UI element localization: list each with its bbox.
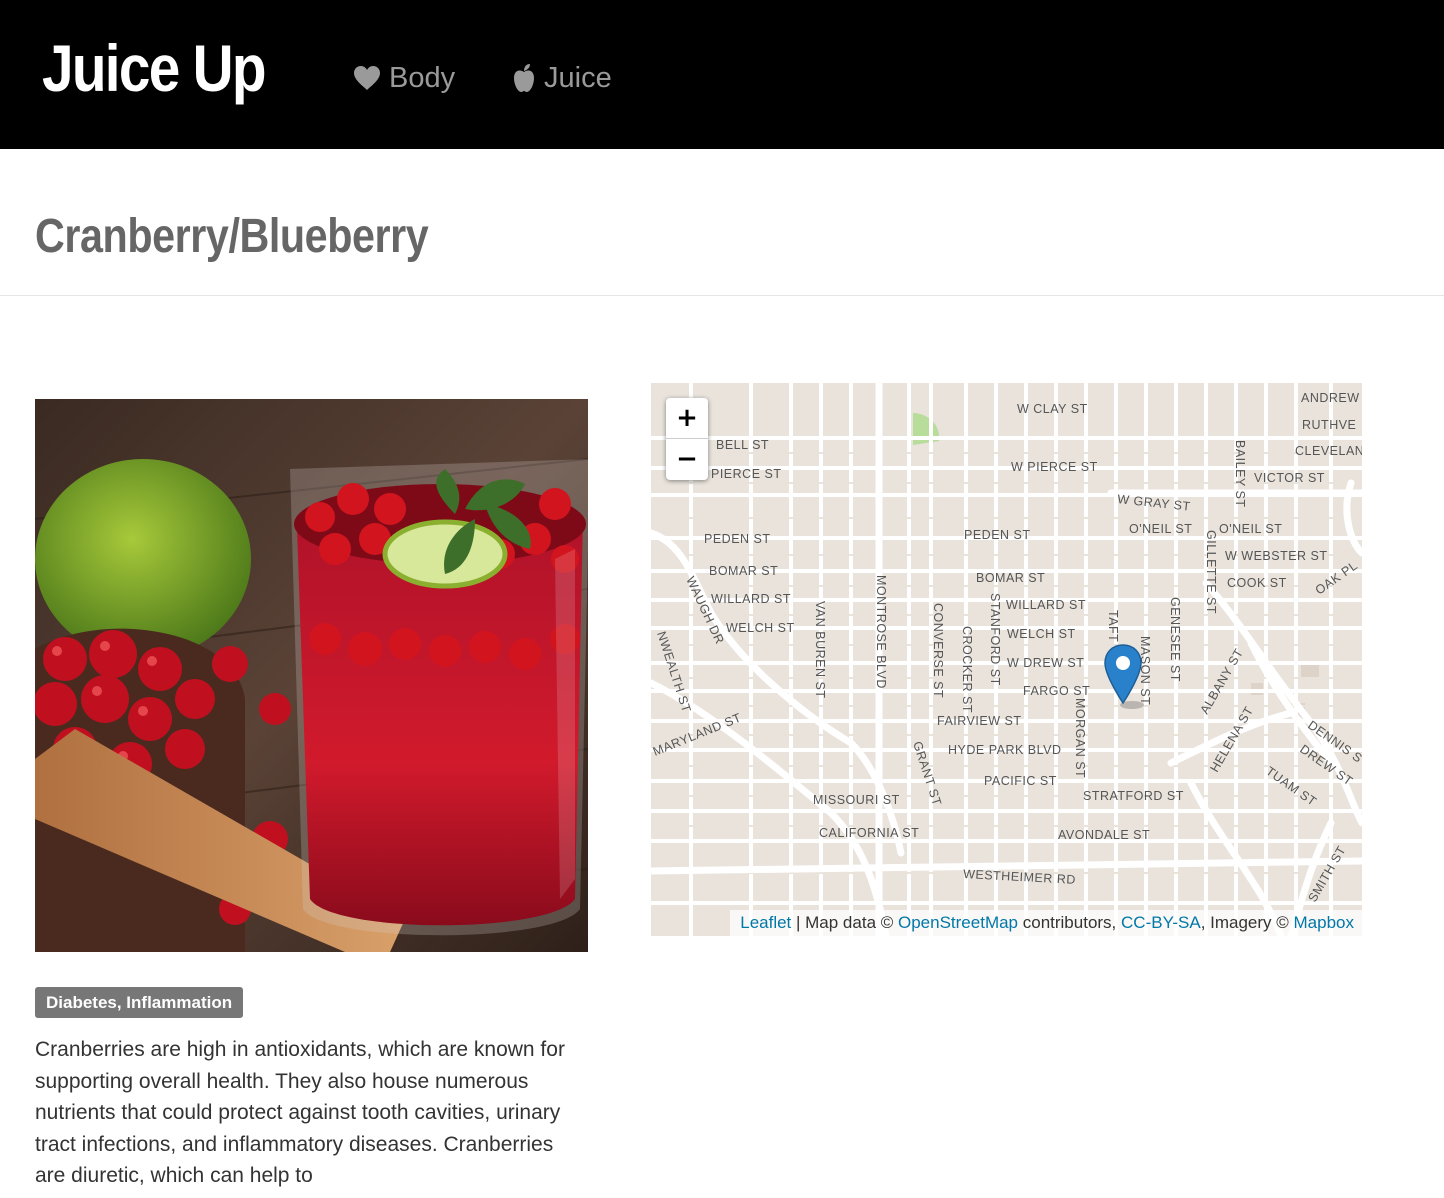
street-label: W PIERCE ST <box>1011 460 1098 474</box>
street-label: GENESEE ST <box>1168 597 1182 682</box>
street-label: O'NEIL ST <box>1219 522 1282 536</box>
street-label: PEDEN ST <box>964 528 1031 542</box>
heart-icon <box>354 66 380 90</box>
zoom-control: + − <box>666 398 708 480</box>
street-label: W CLAY ST <box>1017 402 1088 416</box>
map-marker-icon[interactable] <box>1102 643 1144 711</box>
street-label: W DREW ST <box>1007 656 1084 670</box>
street-label: BOMAR ST <box>976 571 1045 585</box>
street-label: W WEBSTER ST <box>1225 549 1328 563</box>
street-label: MONTROSE BLVD <box>874 575 888 689</box>
street-label: WELCH ST <box>1007 627 1076 641</box>
health-tag: Diabetes, Inflammation <box>35 987 244 1018</box>
street-label: VAN BUREN ST <box>813 601 827 698</box>
page-title: Cranberry/Blueberry <box>35 210 429 263</box>
attribution-text: | Map data © <box>791 913 898 932</box>
zoom-out-button[interactable]: − <box>666 439 708 479</box>
attribution-text: contributors, <box>1018 913 1122 932</box>
street-label: MISSOURI ST <box>813 793 900 807</box>
street-label: FAIRVIEW ST <box>937 714 1021 728</box>
leaflet-link[interactable]: Leaflet <box>740 913 791 932</box>
nav-item-juice[interactable]: Juice <box>512 58 612 98</box>
street-label: PIERCE ST <box>711 467 782 481</box>
street-label: RUTHVE <box>1302 418 1356 432</box>
juice-photo <box>35 399 588 952</box>
street-label: BOMAR ST <box>709 564 778 578</box>
street-label: COOK ST <box>1227 576 1287 590</box>
divider <box>0 295 1444 296</box>
nav-item-body[interactable]: Body <box>353 58 455 98</box>
license-link[interactable]: CC-BY-SA <box>1121 913 1201 932</box>
attribution-text: , Imagery © <box>1200 913 1294 932</box>
street-label: HYDE PARK BLVD <box>948 743 1062 757</box>
street-label: WELCH ST <box>726 621 795 635</box>
brand-logo[interactable]: Juice Up <box>42 28 267 108</box>
street-label: VICTOR ST <box>1254 471 1325 485</box>
street-label: WILLARD ST <box>711 592 791 606</box>
street-label: PACIFIC ST <box>984 774 1057 788</box>
street-label: CALIFORNIA ST <box>819 826 919 840</box>
street-label: CROCKER ST <box>960 626 974 713</box>
map-tiles[interactable]: W CLAY ST BELL ST PIERCE ST W PIERCE ST … <box>651 383 1362 936</box>
street-label: STANFORD ST <box>988 593 1002 686</box>
openstreetmap-link[interactable]: OpenStreetMap <box>898 913 1018 932</box>
street-label: BELL ST <box>716 438 769 452</box>
juice-description: Cranberries are high in antioxidants, wh… <box>35 1038 565 1188</box>
street-label: CONVERSE ST <box>931 603 945 698</box>
street-label: AVONDALE ST <box>1058 828 1150 842</box>
street-label: ANDREW <box>1301 391 1360 405</box>
street-label: TAFT <box>1106 610 1120 642</box>
map-attribution: Leaflet | Map data © OpenStreetMap contr… <box>730 910 1362 936</box>
nav-item-label: Juice <box>544 61 612 94</box>
street-label: GILLETTE ST <box>1204 530 1218 614</box>
street-label: WILLARD ST <box>1006 598 1086 612</box>
street-label: BAILEY ST <box>1233 440 1247 508</box>
street-label: FARGO ST <box>1023 684 1090 698</box>
mapbox-link[interactable]: Mapbox <box>1294 913 1354 932</box>
navbar: Juice Up Body Juice <box>0 0 1444 149</box>
street-label: PEDEN ST <box>704 532 771 546</box>
street-label: MORGAN ST <box>1073 698 1087 778</box>
apple-icon <box>514 64 534 92</box>
nav-item-label: Body <box>389 61 456 94</box>
street-label: O'NEIL ST <box>1129 522 1192 536</box>
street-label: STRATFORD ST <box>1083 789 1184 803</box>
street-label: CLEVELAN <box>1295 444 1362 458</box>
map[interactable]: W CLAY ST BELL ST PIERCE ST W PIERCE ST … <box>651 383 1362 936</box>
zoom-in-button[interactable]: + <box>666 398 708 439</box>
